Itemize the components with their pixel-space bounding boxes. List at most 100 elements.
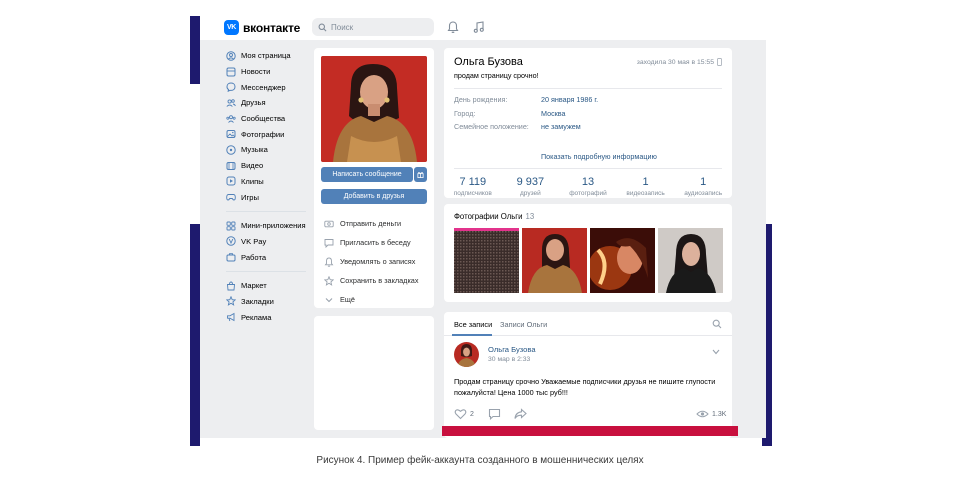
bell-icon[interactable]	[446, 20, 460, 34]
share-icon	[514, 408, 527, 419]
action-more[interactable]: Ещё	[324, 290, 428, 309]
menu-item-mini-apps[interactable]: Мини-приложения	[226, 218, 310, 234]
search-icon[interactable]	[712, 319, 722, 329]
counter-audio[interactable]: 1 аудиозапись	[674, 176, 732, 197]
info-key: Город:	[454, 109, 476, 118]
vkpay-icon	[226, 236, 236, 247]
photo-thumb[interactable]	[454, 228, 519, 293]
menu-item-label: Новости	[241, 67, 271, 77]
menu-item-photos[interactable]: Фотографии	[226, 126, 310, 142]
menu-separator	[226, 270, 306, 272]
info-row-relationship: Семейное положение: не замужем	[454, 122, 581, 131]
empty-card	[314, 316, 434, 430]
comment-icon	[488, 408, 501, 420]
counter-value: 9 937	[516, 176, 545, 188]
write-message-button[interactable]: Написать сообщение	[321, 167, 413, 182]
like-count: 2	[470, 410, 474, 418]
photo-thumb[interactable]	[590, 228, 655, 293]
menu-item-music[interactable]: Музыка	[226, 142, 310, 158]
photo-thumb[interactable]	[522, 228, 587, 293]
profile-avatar-card: Написать сообщение Добавить в друзья Отп…	[314, 48, 434, 308]
search-input[interactable]: Поиск	[312, 18, 434, 36]
vk-logo[interactable]: VK вконтакте	[224, 20, 300, 35]
messenger-icon	[226, 82, 236, 93]
tab-own-posts[interactable]: Записи Ольги	[500, 320, 547, 329]
action-label: Пригласить в беседу	[340, 238, 411, 247]
info-value[interactable]: 20 января 1986 г.	[541, 95, 598, 104]
profile-icon	[226, 51, 236, 61]
info-divider	[454, 88, 722, 89]
menu-item-communities[interactable]: Сообщества	[226, 111, 310, 127]
photo-thumb[interactable]	[658, 228, 723, 293]
counter-label: подписчиков	[453, 190, 492, 197]
action-send-money[interactable]: Отправить деньги	[324, 214, 428, 233]
money-icon	[324, 220, 334, 227]
top-bar: VK вконтакте Поиск	[200, 14, 766, 40]
action-save-bookmarks[interactable]: Сохранить в закладках	[324, 271, 428, 290]
info-value[interactable]: Москва	[541, 109, 566, 118]
menu-item-friends[interactable]: Друзья	[226, 95, 310, 111]
photos-icon	[226, 130, 236, 139]
counter-label: аудиозапись	[684, 190, 723, 197]
info-row-city: Город: Москва	[454, 109, 566, 118]
gift-icon	[417, 172, 424, 178]
share-button[interactable]	[514, 408, 527, 420]
music-note-icon[interactable]	[472, 20, 486, 34]
frame-bar-bottom-red	[442, 426, 738, 436]
views-count: 1.3K	[712, 410, 727, 418]
photos-title[interactable]: Фотографии Ольги 13	[454, 212, 534, 221]
menu-item-messenger[interactable]: Мессенджер	[226, 79, 310, 95]
menu-item-work[interactable]: Работа	[226, 249, 310, 265]
friends-icon	[226, 99, 236, 107]
info-key: День рождения:	[454, 95, 508, 104]
tab-all-posts[interactable]: Все записи	[454, 320, 492, 329]
post-date[interactable]: 30 мар в 2:33	[488, 356, 530, 363]
vk-screenshot: VK вконтакте Поиск Моя страница Новости …	[200, 14, 766, 438]
menu-item-my-page[interactable]: Моя страница	[226, 48, 310, 64]
post-author-name[interactable]: Ольга Бузова	[488, 345, 536, 354]
photos-title-text: Фотографии Ольги	[454, 212, 523, 221]
menu-item-ads[interactable]: Реклама	[226, 309, 310, 325]
search-icon	[318, 23, 327, 31]
counter-value: 1	[642, 176, 649, 188]
menu-item-news[interactable]: Новости	[226, 64, 310, 80]
post-author-avatar[interactable]	[454, 342, 479, 367]
action-invite-chat[interactable]: Пригласить в беседу	[324, 233, 428, 252]
comment-button[interactable]	[488, 408, 501, 420]
send-gift-button[interactable]	[414, 167, 427, 182]
menu-item-label: Работа	[241, 252, 267, 262]
counter-photos[interactable]: 13 фотографий	[559, 176, 617, 197]
menu-item-games[interactable]: Игры	[226, 189, 310, 205]
post-footer: 2 1.3K	[454, 408, 726, 422]
menu-item-label: Игры	[241, 192, 259, 202]
menu-item-label: Видео	[241, 161, 264, 171]
menu-item-market[interactable]: Маркет	[226, 278, 310, 294]
profile-photo[interactable]	[321, 56, 427, 162]
counter-videos[interactable]: 1 видеозапись	[617, 176, 675, 197]
counter-friends[interactable]: 9 937 друзей	[502, 176, 560, 197]
info-value[interactable]: не замужем	[541, 122, 581, 131]
search-placeholder: Поиск	[331, 22, 354, 32]
menu-item-label: Закладки	[241, 296, 274, 306]
menu-item-bookmarks[interactable]: Закладки	[226, 294, 310, 310]
menu-item-clips[interactable]: Клипы	[226, 174, 310, 190]
left-menu: Моя страница Новости Мессенджер Друзья С…	[226, 48, 310, 325]
eye-icon	[696, 410, 709, 418]
like-button[interactable]: 2	[454, 408, 474, 420]
last-seen: заходила 30 мая в 15:55	[637, 58, 722, 66]
work-icon	[226, 253, 236, 262]
counter-followers[interactable]: 7 119 подписчиков	[444, 176, 502, 197]
show-more-info-link[interactable]: Показать подробную информацию	[541, 152, 657, 161]
last-seen-text: заходила 30 мая в 15:55	[636, 58, 714, 66]
action-notify-posts[interactable]: Уведомлять о записях	[324, 252, 428, 271]
profile-name: Ольга Бузова	[454, 56, 523, 68]
counter-label: фотографий	[569, 190, 607, 197]
menu-item-vkpay[interactable]: VK Pay	[226, 234, 310, 250]
add-friend-button[interactable]: Добавить в друзья	[321, 189, 427, 204]
wall-card: Все записи Записи Ольги Ольга Бузова 30 …	[444, 312, 732, 438]
views-counter: 1.3K	[696, 408, 726, 420]
menu-item-video[interactable]: Видео	[226, 158, 310, 174]
music-icon	[226, 145, 236, 155]
photos-card: Фотографии Ольги 13	[444, 204, 732, 302]
chevron-down-icon[interactable]	[712, 349, 720, 355]
